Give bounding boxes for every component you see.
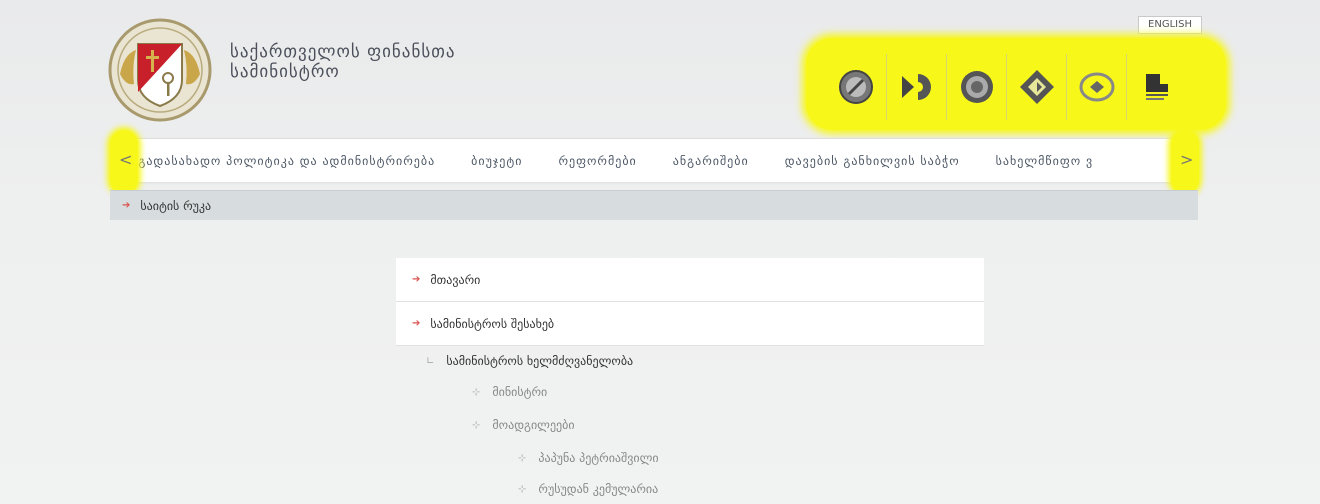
partner-link-3[interactable] bbox=[946, 54, 1006, 120]
sitemap-item-label: სამინისტროს ხელმძღვანელობა bbox=[446, 354, 634, 368]
partner-link-4[interactable] bbox=[1006, 54, 1066, 120]
sitemap-item-label: სამინისტროს შესახებ bbox=[430, 316, 555, 331]
ministry-title-line2: სამინისტრო bbox=[230, 62, 340, 82]
sitemap-item-label: მინისტრი bbox=[492, 385, 548, 399]
sitemap-item-label: მოადგილეები bbox=[492, 418, 575, 432]
sitemap-item-about[interactable]: ➔ სამინისტროს შესახებ bbox=[396, 302, 984, 346]
ministry-logo[interactable] bbox=[104, 14, 216, 126]
treasury-icon bbox=[901, 74, 931, 100]
investigation-service-icon bbox=[960, 71, 993, 103]
nav-item-reports[interactable]: ანგარიშები bbox=[673, 154, 749, 168]
nav-item-reforms[interactable]: რეფორმები bbox=[558, 154, 636, 168]
bullet-icon: ⊹ bbox=[518, 452, 527, 464]
bullet-icon: ∟ bbox=[426, 355, 435, 367]
nav-item-dispute-council[interactable]: დავების განხილვის საბჭო bbox=[785, 154, 960, 168]
sitemap-item-label: პაპუნა პეტრიაშვილი bbox=[538, 451, 659, 465]
nav-next-arrow[interactable]: > bbox=[1180, 150, 1193, 170]
sitemap-item-deputy-1[interactable]: ⊹ პაპუნა პეტრიაშვილი bbox=[518, 451, 659, 465]
nav-item-state[interactable]: სახელმწიფო ვ bbox=[996, 154, 1094, 168]
nav-item-tax-policy[interactable]: საგადასახადო პოლიტიკა და ადმინისტრირება bbox=[124, 154, 435, 168]
ministry-seal-icon bbox=[108, 18, 212, 122]
ministry-title-line1: საქართველოს ფინანსთა bbox=[230, 42, 456, 62]
sitemap-list: ➔ მთავარი ➔ სამინისტროს შესახებ bbox=[396, 258, 984, 346]
financial-police-icon bbox=[1079, 72, 1114, 102]
sitemap-item-leadership[interactable]: ∟ სამინისტროს ხელმძღვანელობა bbox=[426, 354, 633, 368]
nav-items: საგადასახადო პოლიტიკა და ადმინისტრირება … bbox=[124, 139, 1184, 183]
arrow-right-icon: ➔ bbox=[122, 200, 131, 211]
nav-prev-arrow[interactable]: < bbox=[119, 150, 132, 170]
partner-link-6[interactable] bbox=[1126, 54, 1186, 120]
english-language-link[interactable]: ENGLISH bbox=[1138, 16, 1202, 34]
partner-link-5[interactable] bbox=[1066, 54, 1126, 120]
partner-logos bbox=[826, 54, 1206, 120]
partner-link-1[interactable] bbox=[826, 54, 886, 120]
sitemap-item-deputy-2[interactable]: ⊹ რუსუდან კემულარია bbox=[518, 482, 658, 496]
main-navigation: საგადასახადო პოლიტიკა და ადმინისტრირება … bbox=[110, 138, 1198, 182]
sitemap-item-label: მთავარი bbox=[430, 272, 481, 287]
sitemap-item-home[interactable]: ➔ მთავარი bbox=[396, 258, 984, 302]
state-procurement-icon bbox=[1019, 70, 1054, 104]
nav-item-budget[interactable]: ბიუჯეტი bbox=[471, 154, 522, 168]
sitemap-item-label: რუსუდან კემულარია bbox=[538, 482, 659, 496]
ministry-title[interactable]: საქართველოს ფინანსთა სამინისტრო bbox=[230, 42, 455, 82]
sitemap-item-minister[interactable]: ⊹ მინისტრი bbox=[472, 385, 547, 399]
bullet-icon: ⊹ bbox=[518, 483, 527, 495]
arrow-right-icon: ➔ bbox=[412, 318, 421, 329]
breadcrumb: ➔ საიტის რუკა bbox=[110, 190, 1198, 220]
academy-icon bbox=[1145, 74, 1168, 100]
partner-link-2[interactable] bbox=[886, 54, 946, 120]
page: საქართველოს ფინანსთა სამინისტრო ENGLISH bbox=[0, 0, 1320, 504]
arrow-right-icon: ➔ bbox=[412, 274, 421, 285]
sitemap-item-deputies[interactable]: ⊹ მოადგილეები bbox=[472, 418, 575, 432]
bullet-icon: ⊹ bbox=[472, 386, 481, 398]
breadcrumb-sitemap[interactable]: საიტის რუკა bbox=[140, 199, 211, 213]
bullet-icon: ⊹ bbox=[472, 419, 481, 431]
revenue-service-icon bbox=[839, 70, 873, 104]
